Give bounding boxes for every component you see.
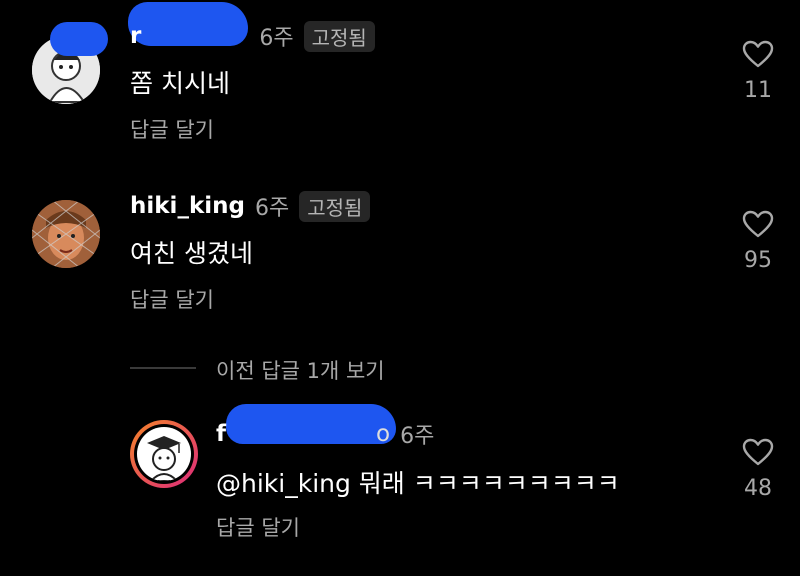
reply-button[interactable]: 답글 달기 [130,114,214,144]
graduation-cap-avatar-icon [137,427,191,481]
timestamp: 6주 [400,424,435,449]
pinned-badge: 고정됨 [303,20,375,52]
heart-icon [742,438,774,466]
username[interactable]: r [130,23,141,49]
fence-face-avatar-icon [32,200,100,268]
username[interactable]: hiki_king [130,193,245,219]
avatar[interactable] [130,420,198,488]
heart-icon [742,40,774,68]
reply-button[interactable]: 답글 달기 [130,284,214,314]
replies-divider [130,367,196,369]
username[interactable]: f [216,421,226,447]
like-button[interactable]: 11 [738,40,778,103]
like-count: 11 [744,78,772,103]
like-button[interactable]: 48 [738,438,778,501]
like-button[interactable]: 95 [738,210,778,273]
comment-text: 쫌 치시네 [130,69,230,98]
view-previous-replies-button[interactable]: 이전 답글 1개 보기 [216,355,385,385]
comment-text: @hiki_king 뭐래 ㅋㅋㅋㅋㅋㅋㅋㅋㅋ [216,469,620,498]
timestamp: 6주 [254,196,290,221]
redaction-mark [50,22,108,56]
comment-text: 여친 생겼네 [130,239,253,268]
like-count: 95 [744,248,772,273]
avatar[interactable] [32,200,100,268]
timestamp: 6주 [259,26,294,51]
pinned-badge: 고정됨 [299,190,371,222]
reply-button[interactable]: 답글 달기 [216,512,300,542]
like-count: 48 [744,476,772,501]
username-end: o [376,421,391,447]
heart-icon [742,210,774,238]
